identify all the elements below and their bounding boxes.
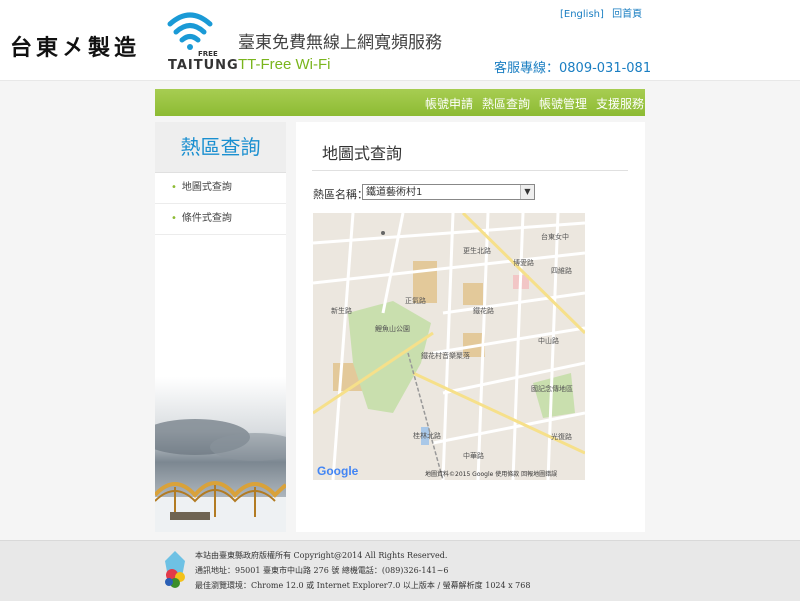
browser-requirements-text: 最佳瀏覽環境：Chrome 12.0 或 Internet Explorer7.… xyxy=(195,581,531,590)
map-label-road: 四維路 xyxy=(551,266,572,275)
sidebar-item-map-search[interactable]: • 地圖式查詢 xyxy=(155,173,286,204)
bullet-icon: • xyxy=(171,213,177,224)
brand-char: 㐅 xyxy=(62,35,91,61)
map-label-road: 新生路 xyxy=(331,306,352,315)
site-subtitle: TT-Free Wi-Fi xyxy=(238,56,331,73)
sidebar-title: 熱區查詢 xyxy=(155,122,286,173)
site-footer: 本站由臺東縣政府版權所有 Copyright@2014 All Rights R… xyxy=(0,540,800,601)
map-label-park: 鯉魚山公園 xyxy=(375,324,410,333)
page-title: 地圖式查詢 xyxy=(322,144,403,163)
sidebar-item-label: 條件式查詢 xyxy=(181,213,232,224)
map-marker-icon xyxy=(381,231,385,235)
top-links: [English] 回首頁 xyxy=(560,5,642,20)
map-label-memorial: 國記念傳地區 xyxy=(531,384,573,393)
nav-item-hotspot-search[interactable]: 熱區查詢 xyxy=(482,95,530,112)
main-nav: 帳號申請 熱區查詢 帳號管理 支援服務 xyxy=(155,89,645,116)
address-text: 通訊地址：95001 臺東市中山路 276 號 總機電話：(089)326-14… xyxy=(195,566,449,575)
nav-item-support[interactable]: 支援服務 xyxy=(596,95,644,112)
chevron-down-icon: ▼ xyxy=(520,185,534,199)
brand-char: 造 xyxy=(114,35,143,61)
map-label-road: 正氣路 xyxy=(405,296,426,305)
brand-char: 製 xyxy=(88,35,117,61)
map-label-road: 桂林北路 xyxy=(413,431,441,440)
map-label-road: 中山路 xyxy=(538,336,559,345)
hotspot-map[interactable]: 鯉魚山公園 鐵花村音樂聚落 台東女中 國記念傳地區 中華路 新生路 光復路 博愛… xyxy=(313,213,585,480)
home-link[interactable]: 回首頁 xyxy=(612,9,642,20)
map-label-road: 鐵花路 xyxy=(473,306,494,315)
customer-hotline: 客服專線：0809-031-081 xyxy=(494,61,652,76)
wifi-icon xyxy=(167,12,213,50)
site-header: 台東㐅製造 FREE TAITUNG 臺東免費無線上網寬頻服務 TT-Free … xyxy=(0,0,800,81)
wifi-logo[interactable]: FREE TAITUNG xyxy=(166,6,238,73)
hotspot-select[interactable]: 鐵道藝術村1 ▼ xyxy=(362,184,535,200)
map-label-road: 中華路 xyxy=(463,451,484,460)
sidebar-item-condition-search[interactable]: • 條件式查詢 xyxy=(155,204,286,235)
site-title: 臺東免費無線上網寬頻服務 xyxy=(238,33,442,53)
bullet-icon: • xyxy=(171,182,177,193)
map-label-school: 台東女中 xyxy=(541,232,569,241)
brand-char: 東 xyxy=(36,35,65,61)
logo-free-label: FREE xyxy=(198,50,218,58)
taitung-brand-logo: 台東㐅製造 xyxy=(10,30,140,62)
map-attribution[interactable]: 地圖資料©2015 Google 使用條款 回報地圖錯誤 xyxy=(425,470,557,478)
map-label-road: 光復路 xyxy=(551,432,572,441)
taitung-county-logo xyxy=(160,547,190,595)
hotspot-select-value: 鐵道藝術村1 xyxy=(366,187,423,198)
english-link[interactable]: [English] xyxy=(560,9,604,20)
rainbow-bridge-photo xyxy=(155,377,286,532)
nav-item-account-apply[interactable]: 帳號申請 xyxy=(425,95,473,112)
map-label-road: 博愛路 xyxy=(513,258,534,267)
map-label-road: 更生北路 xyxy=(463,246,491,255)
map-label-station: 鐵花村音樂聚落 xyxy=(421,351,470,360)
sidebar: 熱區查詢 • 地圖式查詢 • 條件式查詢 xyxy=(155,122,286,532)
nav-item-account-manage[interactable]: 帳號管理 xyxy=(539,95,587,112)
map-canvas: 鯉魚山公園 鐵花村音樂聚落 台東女中 國記念傳地區 中華路 新生路 光復路 博愛… xyxy=(313,213,585,480)
copyright-text: 本站由臺東縣政府版權所有 Copyright@2014 All Rights R… xyxy=(195,551,448,560)
logo-taitung-label: TAITUNG xyxy=(168,58,239,73)
brand-char: 台 xyxy=(10,35,39,61)
title-divider xyxy=(312,170,628,171)
map-block xyxy=(463,283,483,305)
google-logo: Google xyxy=(317,464,359,478)
sidebar-item-label: 地圖式查詢 xyxy=(181,182,232,193)
hotspot-name-label: 熱區名稱： xyxy=(313,188,368,201)
